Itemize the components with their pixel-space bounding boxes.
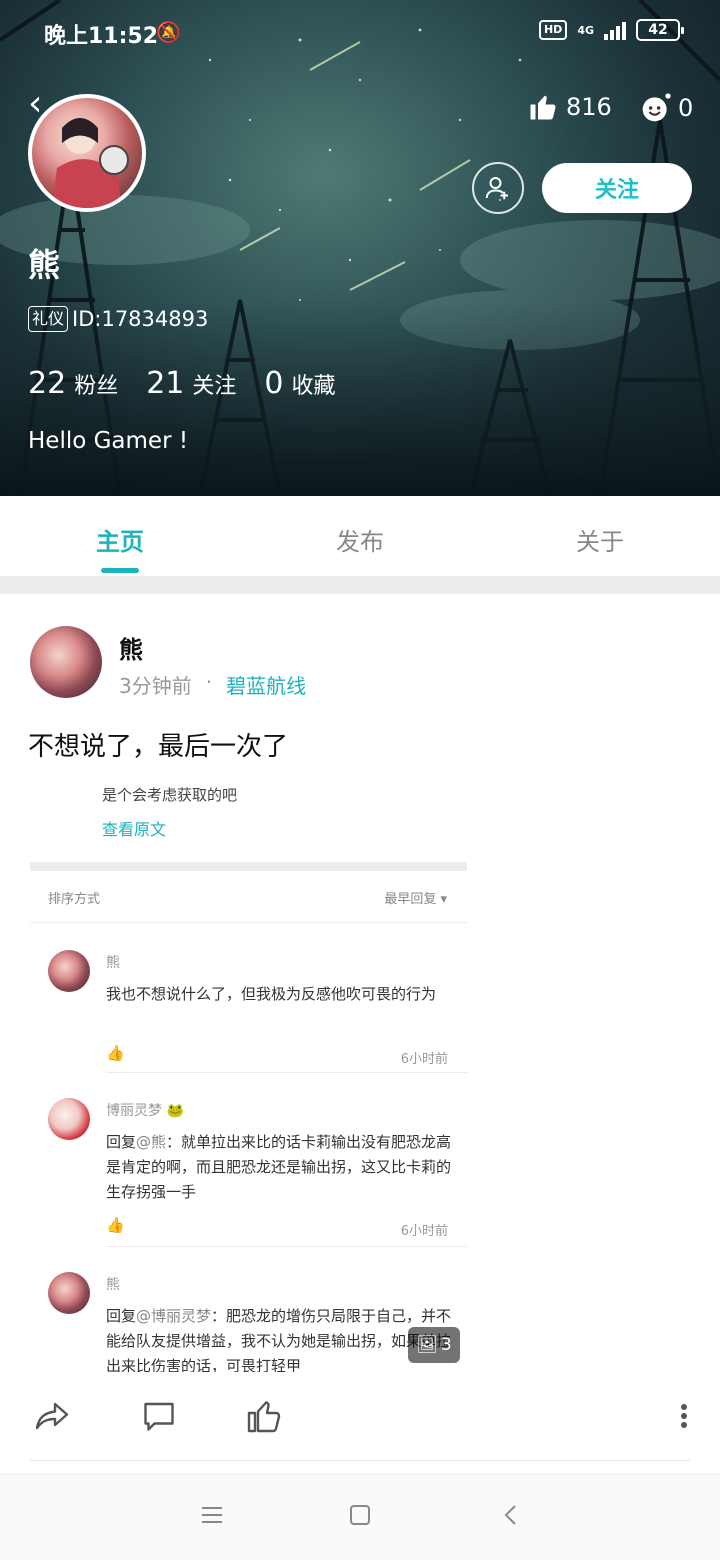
section-divider bbox=[0, 576, 720, 594]
smiles-count: 0 bbox=[678, 94, 694, 122]
image-count: 3 bbox=[440, 1335, 452, 1355]
fans-label[interactable]: 粉丝 bbox=[74, 368, 118, 400]
post-author-avatar[interactable] bbox=[30, 626, 102, 698]
screenshot-line bbox=[30, 922, 467, 923]
following-label[interactable]: 关注 bbox=[192, 368, 236, 400]
screenshot-comment: 博丽灵梦 🐸 回复@熊：就单拉出来比的话卡莉输出没有肥恐龙高是肯定的啊，而且肥恐… bbox=[48, 1098, 467, 1248]
add-friend-button[interactable] bbox=[472, 162, 524, 214]
post-game-link[interactable]: 碧蓝航线 bbox=[226, 670, 306, 699]
thumbs-up-icon: 👍 bbox=[106, 1216, 125, 1234]
back-button[interactable]: ‹ bbox=[28, 86, 42, 122]
profile-name: 熊 bbox=[28, 246, 61, 284]
comment-avatar bbox=[48, 950, 90, 992]
favorites-count[interactable]: 0 bbox=[264, 366, 283, 401]
post-divider bbox=[30, 1460, 690, 1461]
more-options-icon[interactable] bbox=[676, 1398, 692, 1434]
post-actions bbox=[0, 1392, 720, 1442]
comment-time: 6小时前 bbox=[400, 1052, 448, 1067]
comment-author: 熊 bbox=[106, 1277, 120, 1293]
meta-separator: · bbox=[205, 670, 213, 694]
tab-home[interactable]: 主页 bbox=[0, 496, 240, 576]
screenshot-cut-text: 是个会考虑获取的吧 bbox=[102, 786, 238, 804]
smile-face-icon bbox=[642, 93, 671, 122]
screenshot-line bbox=[106, 1246, 467, 1247]
reply-prefix: 回复 bbox=[106, 1307, 137, 1325]
comment-avatar bbox=[48, 1098, 90, 1140]
screenshot-comment: 熊 回复@博丽灵梦：肥恐龙的增伤只局限于自己，并不能给队友提供增益，我不认为她是… bbox=[48, 1272, 467, 1372]
post-time: 3分钟前 bbox=[119, 674, 192, 698]
profile-bio: Hello Gamer ! bbox=[28, 428, 189, 454]
profile-header: 晚上11:52 🔕 HD 4G 42 ‹ 816 0 关注 熊 礼仪 ID:17… bbox=[0, 0, 720, 496]
comment-avatar bbox=[48, 1272, 90, 1314]
likes-counter[interactable]: 816 bbox=[528, 92, 612, 122]
user-id: ID:17834893 bbox=[72, 307, 209, 331]
profile-tabs: 主页 发布 关于 bbox=[0, 496, 720, 576]
post-author-name[interactable]: 熊 bbox=[119, 630, 143, 665]
profile-stats: 22 粉丝 21 关注 0 收藏 bbox=[28, 366, 364, 401]
hd-badge: HD bbox=[538, 20, 568, 40]
status-time: 晚上11:52 bbox=[44, 24, 159, 49]
thumbs-up-icon: 👍 bbox=[106, 1044, 125, 1062]
comment-author: 博丽灵梦 🐸 bbox=[106, 1103, 184, 1119]
post-meta: 3分钟前 · 碧蓝航线 bbox=[119, 670, 306, 699]
system-nav-bar bbox=[0, 1474, 720, 1560]
screenshot-comment: 熊 我也不想说什么了，但我极为反感他吹可畏的行为 👍 6小时前 bbox=[48, 950, 467, 1070]
smiles-counter[interactable]: 0 bbox=[640, 92, 693, 124]
profile-avatar[interactable] bbox=[28, 94, 146, 212]
comment-text: 回复@熊：就单拉出来比的话卡莉输出没有肥恐龙高是肯定的啊，而且肥恐龙还是输出拐，… bbox=[106, 1130, 456, 1205]
network-label: 4G bbox=[577, 23, 594, 37]
header-background-image bbox=[0, 0, 720, 496]
profile-id-row: 礼仪 ID:17834893 bbox=[28, 306, 208, 332]
screenshot-line bbox=[106, 1072, 467, 1073]
share-icon[interactable] bbox=[32, 1398, 72, 1434]
thumbs-up-icon bbox=[530, 95, 556, 120]
reply-mention: @熊 bbox=[136, 1133, 167, 1151]
battery-icon: 42 bbox=[636, 19, 684, 41]
following-count[interactable]: 21 bbox=[146, 366, 184, 401]
like-icon[interactable] bbox=[246, 1398, 282, 1434]
post-image[interactable]: 是个会考虑获取的吧 查看原文 排序方式 最早回复 ▾ 熊 我也不想说什么了，但我… bbox=[30, 776, 467, 1372]
favorites-label[interactable]: 收藏 bbox=[292, 368, 336, 400]
comment-text: 我也不想说什么了，但我极为反感他吹可畏的行为 bbox=[106, 985, 437, 1003]
home-icon[interactable] bbox=[348, 1503, 372, 1527]
likes-count: 816 bbox=[566, 93, 612, 121]
status-bar: 晚上11:52 🔕 HD 4G 42 bbox=[0, 0, 720, 64]
back-icon[interactable] bbox=[500, 1503, 524, 1527]
screenshot-divider bbox=[30, 862, 467, 871]
add-user-icon bbox=[485, 177, 508, 200]
follow-button[interactable]: 关注 bbox=[542, 163, 692, 213]
tab-posts[interactable]: 发布 bbox=[240, 496, 480, 576]
image-stack-icon: 🖼 bbox=[416, 1335, 438, 1355]
fans-count[interactable]: 22 bbox=[28, 366, 66, 401]
comment-author: 熊 bbox=[106, 955, 120, 971]
tab-about[interactable]: 关于 bbox=[480, 496, 720, 576]
reply-prefix: 回复 bbox=[106, 1133, 137, 1151]
comment-time: 6小时前 bbox=[400, 1224, 448, 1239]
comment-text: 回复@博丽灵梦：肥恐龙的增伤只局限于自己，并不能给队友提供增益，我不认为她是输出… bbox=[106, 1304, 456, 1372]
screenshot-sort-value: 最早回复 ▾ bbox=[384, 892, 447, 907]
menu-icon[interactable] bbox=[200, 1503, 224, 1527]
mute-bell-icon: 🔕 bbox=[156, 20, 181, 44]
signal-icon bbox=[604, 20, 626, 40]
etiquette-badge[interactable]: 礼仪 bbox=[28, 306, 69, 332]
comment-icon[interactable] bbox=[140, 1398, 178, 1434]
image-count-badge[interactable]: 🖼 3 bbox=[408, 1327, 460, 1363]
screenshot-sort-label: 排序方式 bbox=[48, 892, 101, 907]
reply-mention: @博丽灵梦 bbox=[136, 1307, 212, 1325]
post-text[interactable]: 不想说了，最后一次了 bbox=[28, 726, 288, 763]
screenshot-view-original: 查看原文 bbox=[102, 820, 167, 839]
